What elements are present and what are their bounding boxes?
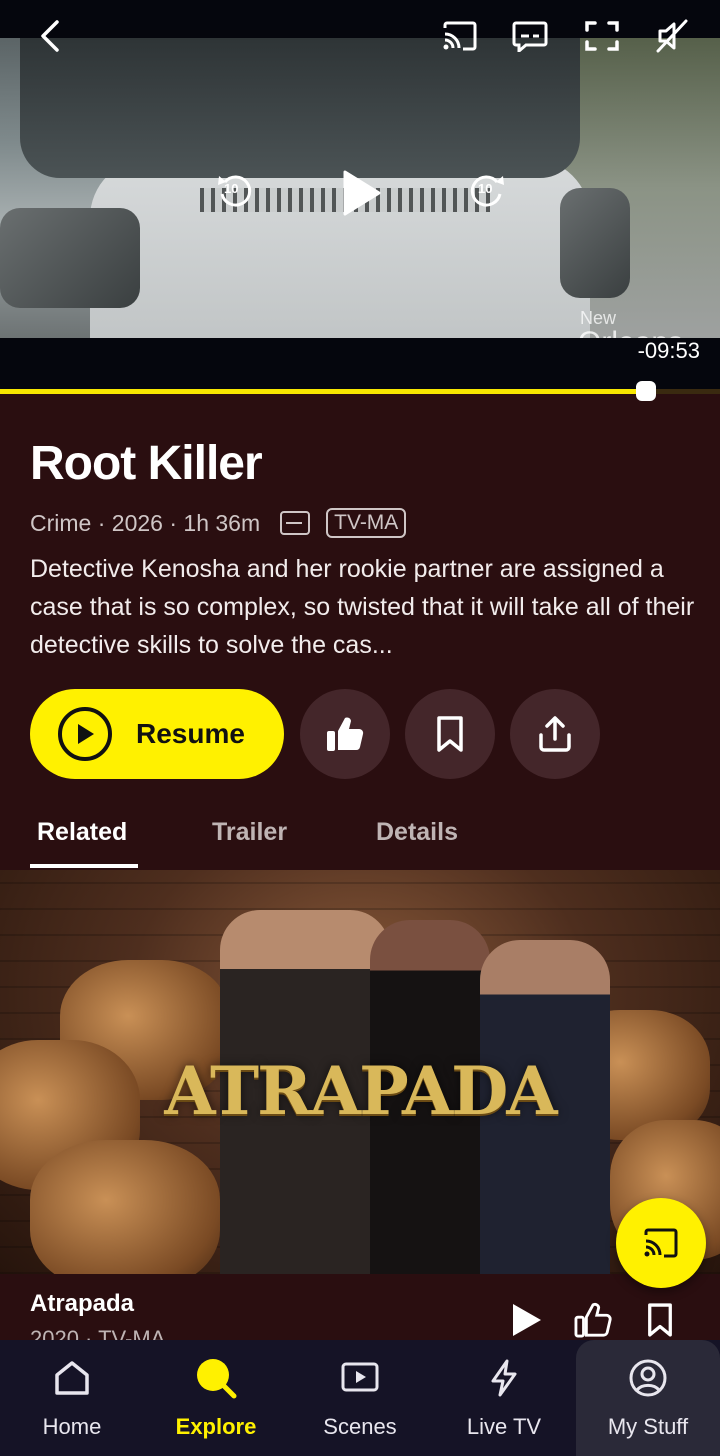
nav-home-label: Home (42, 1414, 102, 1439)
subtitles-icon (512, 21, 548, 52)
chevron-left-icon (41, 20, 59, 52)
channel-watermark: Orleans (578, 326, 683, 338)
play-icon (513, 1304, 541, 1336)
nav-live-tv[interactable]: Live TV (432, 1340, 576, 1456)
closed-captions-icon (280, 511, 311, 535)
share-button[interactable] (510, 689, 600, 779)
show-year: 2026 (111, 509, 163, 536)
nav-my-stuff[interactable]: My Stuff (576, 1340, 720, 1456)
progress-thumb[interactable] (635, 381, 656, 401)
cast-icon (443, 21, 477, 51)
thumbs-up-icon (327, 717, 364, 751)
play-circle-icon (58, 707, 112, 761)
bolt-icon (482, 1356, 526, 1400)
resume-label: Resume (136, 718, 245, 749)
nav-scenes[interactable]: Scenes (288, 1340, 432, 1456)
time-remaining: -09:53 (637, 338, 700, 363)
nav-my-stuff-label: My Stuff (607, 1414, 689, 1439)
related-bookmark-button[interactable] (640, 1300, 680, 1340)
play-icon (343, 170, 381, 216)
fullscreen-button[interactable] (580, 14, 624, 58)
nav-scenes-label: Scenes (323, 1414, 397, 1439)
bookmark-button[interactable] (405, 689, 495, 779)
show-title: Root Killer (30, 437, 263, 490)
progress-fill (0, 389, 646, 394)
related-item-meta: 2020 · TV-MA (30, 1326, 166, 1340)
related-play-button[interactable] (506, 1300, 546, 1340)
van-headlight-left (0, 208, 140, 308)
nav-live-tv-label: Live TV (466, 1414, 542, 1439)
bookmark-icon (437, 716, 463, 752)
nav-explore-label: Explore (175, 1414, 257, 1439)
bottom-navigation: Home Explore Scenes Live TV My Stuff (0, 1340, 720, 1456)
related-item-title[interactable]: Atrapada (30, 1290, 134, 1318)
barrel (30, 1140, 220, 1274)
forward-button[interactable]: 10 (462, 165, 512, 215)
cast-button[interactable] (438, 14, 482, 58)
like-button[interactable] (300, 689, 390, 779)
tab-details[interactable]: Details (376, 818, 458, 847)
share-icon (539, 716, 571, 752)
related-like-button[interactable] (573, 1300, 613, 1340)
show-duration: 1h 36m (183, 509, 261, 536)
active-tab-indicator (30, 864, 138, 868)
van-windshield (20, 38, 580, 178)
volume-off-icon (656, 19, 688, 53)
video-player[interactable]: New Orleans 10 10 -09:53 (0, 0, 720, 390)
bookmark-icon (648, 1303, 672, 1337)
rewind-seconds: 10 (224, 181, 239, 196)
tab-related[interactable]: Related (37, 818, 127, 847)
show-genre: Crime (30, 509, 92, 536)
progress-bar[interactable] (0, 381, 720, 401)
meta-separator: · (91, 509, 112, 536)
forward-seconds: 10 (478, 181, 493, 196)
resume-button[interactable]: Resume (30, 689, 284, 779)
nav-home[interactable]: Home (0, 1340, 144, 1456)
rewind-button[interactable]: 10 (210, 165, 260, 215)
fullscreen-icon (585, 21, 619, 51)
meta-separator: · (162, 509, 184, 536)
mute-button[interactable] (650, 14, 694, 58)
thumbs-up-icon (574, 1302, 612, 1338)
play-button[interactable] (332, 165, 388, 221)
poster-title-art: ATRAPADA (164, 1052, 557, 1130)
tab-trailer[interactable]: Trailer (212, 818, 287, 847)
show-meta: Crime · 2026 · 1h 36m TV-MA (30, 506, 407, 540)
cast-icon (644, 1228, 678, 1258)
back-button[interactable] (28, 14, 72, 58)
show-description: Detective Kenosha and her rookie partner… (30, 555, 695, 659)
subtitles-button[interactable] (508, 14, 552, 58)
profile-icon (626, 1356, 670, 1400)
van-headlight-right (560, 188, 630, 298)
nav-explore[interactable]: Explore (144, 1340, 288, 1456)
rating-badge: TV-MA (326, 508, 407, 538)
search-icon (194, 1356, 238, 1400)
scenes-icon (338, 1356, 382, 1400)
home-icon (50, 1356, 94, 1400)
cast-fab-button[interactable] (616, 1198, 706, 1288)
